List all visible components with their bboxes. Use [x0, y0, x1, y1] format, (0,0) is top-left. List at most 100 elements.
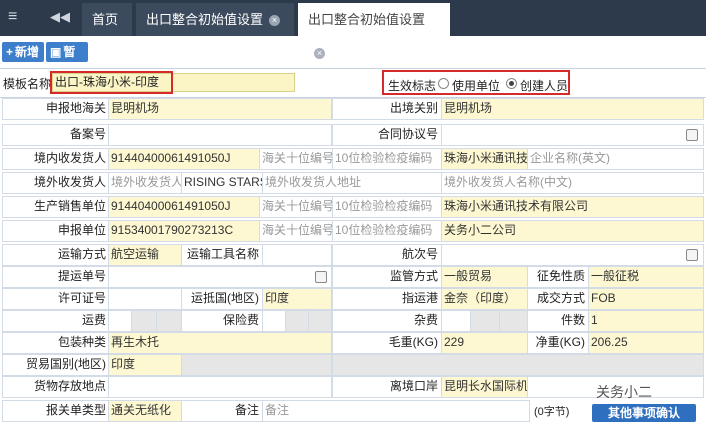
close-icon[interactable]: ×	[269, 15, 281, 27]
net-weight-input[interactable]: 206.25	[588, 332, 704, 354]
bill-label: 提运单号	[2, 266, 110, 288]
producer-code-input[interactable]: 91440400061491050J	[108, 196, 260, 218]
freight-rate-input[interactable]	[131, 310, 157, 332]
tab-export-init-1[interactable]: 出口整合初始值设置 ×	[136, 3, 294, 36]
tab-export-init-2[interactable]: 出口整合初始值设置 ×	[298, 3, 450, 60]
declarer-name-input[interactable]: 关务小二公司	[441, 220, 704, 242]
depart-port-label: 离境口岸	[332, 376, 442, 398]
tab-label: 出口整合初始值设置	[308, 12, 426, 27]
decl-type-input[interactable]: 通关无纸化	[108, 400, 182, 422]
package-input[interactable]: 再生木托	[108, 332, 332, 354]
pieces-label: 件数	[527, 310, 589, 332]
declare-customs-input[interactable]: 昆明机场	[108, 98, 332, 120]
overseas-cn-name-input[interactable]: 境外收发货人名称(中文)	[441, 172, 704, 194]
consignee-customs10-input[interactable]: 海关十位编号	[259, 148, 333, 170]
voyage-input[interactable]	[441, 244, 704, 266]
insurance-label: 保险费	[181, 310, 263, 332]
depart-port-input[interactable]: 昆明长水国际机	[441, 376, 529, 398]
trade-country-input[interactable]: 印度	[108, 354, 182, 376]
overseas-addr-input[interactable]: 境外收发货人地址	[262, 172, 442, 194]
record-no-label: 备案号	[2, 124, 110, 146]
bill-checkbox[interactable]	[315, 271, 327, 283]
voyage-checkbox[interactable]	[686, 249, 698, 261]
pieces-input[interactable]: 1	[588, 310, 704, 332]
misc-label: 杂费	[332, 310, 442, 332]
exit-customs-label: 出境关别	[332, 98, 442, 120]
declarer-label: 申报单位	[2, 220, 110, 242]
declarer-code-input[interactable]: 91534001790273213C	[108, 220, 260, 242]
contract-no-input[interactable]	[441, 124, 704, 146]
port-input[interactable]: 金奈（印度）	[441, 288, 529, 310]
freight-currency-input[interactable]	[156, 310, 182, 332]
trade-country-label: 贸易国别(地区)	[2, 354, 110, 376]
package-label: 包装种类	[2, 332, 110, 354]
watermark-text: 关务小二	[596, 384, 652, 400]
top-nav-bar: ≡ ◀◀ 首页 出口整合初始值设置 × 出口整合初始值设置 ×	[0, 0, 706, 60]
gross-weight-label: 毛重(KG)	[332, 332, 442, 354]
other-matters-confirm-button[interactable]: 其他事项确认	[592, 404, 696, 422]
license-label: 许可证号	[2, 288, 110, 310]
overseas-code-input[interactable]: 境外收发货人	[108, 172, 182, 194]
consignee-name-input[interactable]: 珠海小米通讯技	[441, 148, 529, 170]
consignee-en-input[interactable]: 企业名称(英文)	[527, 148, 704, 170]
insurance-mark-input[interactable]	[262, 310, 286, 332]
supervision-label: 监管方式	[332, 266, 442, 288]
misc-currency-input[interactable]	[499, 310, 529, 332]
misc-mark-input[interactable]	[441, 310, 471, 332]
tax-input[interactable]: 一般征税	[588, 266, 704, 288]
close-icon[interactable]: ×	[314, 48, 325, 60]
declarer-customs10-input[interactable]: 海关十位编号	[259, 220, 333, 242]
consignee-label: 境内收发货人	[2, 148, 110, 170]
insurance-currency-input[interactable]	[308, 310, 332, 332]
dest-country-input[interactable]: 印度	[262, 288, 332, 310]
floppy-icon: ▣	[50, 45, 62, 59]
remark-input[interactable]: 备注	[262, 400, 530, 422]
consignee-inspection10-input[interactable]: 10位检验检疫编码	[332, 148, 442, 170]
radio-use-unit-label: 使用单位	[452, 79, 501, 93]
producer-inspection10-input[interactable]: 10位检验检疫编码	[332, 196, 442, 218]
decl-type-label: 报关单类型	[2, 400, 110, 422]
producer-customs10-input[interactable]: 海关十位编号	[259, 196, 333, 218]
net-weight-label: 净重(KG)	[527, 332, 589, 354]
storage-input[interactable]	[108, 376, 332, 398]
dest-country-label: 运抵国(地区)	[181, 288, 263, 310]
tab-label: 出口整合初始值设置	[146, 12, 264, 27]
gross-weight-input[interactable]: 229	[441, 332, 529, 354]
producer-name-input[interactable]: 珠海小米通讯技术有限公司	[441, 196, 704, 218]
supervision-input[interactable]: 一般贸易	[441, 266, 529, 288]
record-no-input[interactable]	[108, 124, 332, 146]
hamburger-menu-icon[interactable]: ≡	[8, 9, 24, 25]
transport-tool-input[interactable]	[262, 244, 332, 266]
radio-use-unit[interactable]	[438, 78, 449, 89]
save-draft-button[interactable]: ▣暂存	[46, 42, 88, 79]
insurance-rate-input[interactable]	[285, 310, 309, 332]
double-chevron-left-icon[interactable]: ◀◀	[50, 9, 70, 25]
declarer-inspection10-input[interactable]: 10位检验检疫编码	[332, 220, 442, 242]
misc-rate-input[interactable]	[470, 310, 500, 332]
tax-label: 征免性质	[527, 266, 589, 288]
voyage-label: 航次号	[332, 244, 442, 266]
template-name-input[interactable]: 出口-珠海小米-印度	[52, 73, 295, 92]
transport-input[interactable]: 航空运输	[108, 244, 182, 266]
contract-checkbox[interactable]	[686, 129, 698, 141]
declare-customs-label: 申报地海关	[2, 98, 110, 120]
add-button[interactable]: + 新增	[2, 42, 44, 62]
license-input[interactable]	[108, 288, 182, 310]
tab-home[interactable]: 首页	[82, 3, 132, 36]
plus-icon: +	[6, 45, 14, 59]
consignee-code-input[interactable]: 91440400061491050J	[108, 148, 260, 170]
producer-label: 生产销售单位	[2, 196, 110, 218]
deal-input[interactable]: FOB	[588, 288, 704, 310]
freight-mark-input[interactable]	[108, 310, 132, 332]
bill-input[interactable]	[108, 266, 332, 288]
overseas-label: 境外收发货人	[2, 172, 110, 194]
exit-customs-input[interactable]: 昆明机场	[441, 98, 704, 120]
overseas-name-input[interactable]: RISING STARS	[181, 172, 263, 194]
tab-home-label: 首页	[92, 12, 119, 27]
radio-creator-label: 创建人员	[520, 79, 569, 93]
transport-tool-label: 运输工具名称	[181, 244, 263, 266]
radio-creator[interactable]	[506, 78, 517, 89]
add-label: 新增	[15, 45, 40, 59]
template-row: 模板名称 出口-珠海小米-印度 生效标志 使用单位 创建人员	[0, 68, 706, 98]
effective-flag-group: 生效标志 使用单位 创建人员	[382, 70, 570, 95]
